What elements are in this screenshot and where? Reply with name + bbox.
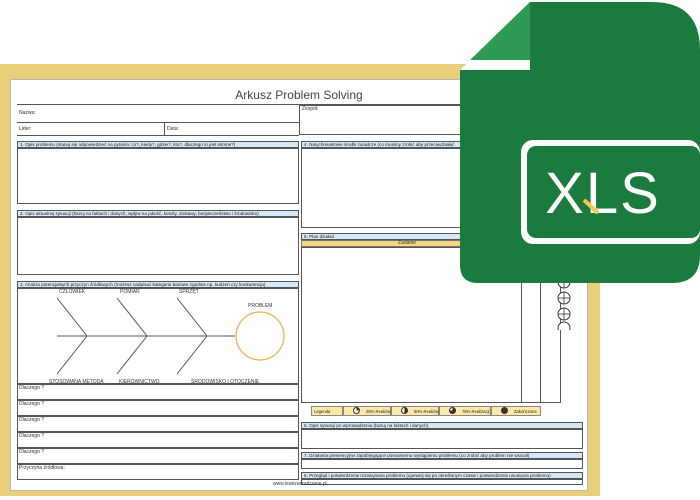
xls-label: XLS bbox=[545, 161, 661, 226]
xls-file-icon: XLS bbox=[460, 2, 700, 283]
